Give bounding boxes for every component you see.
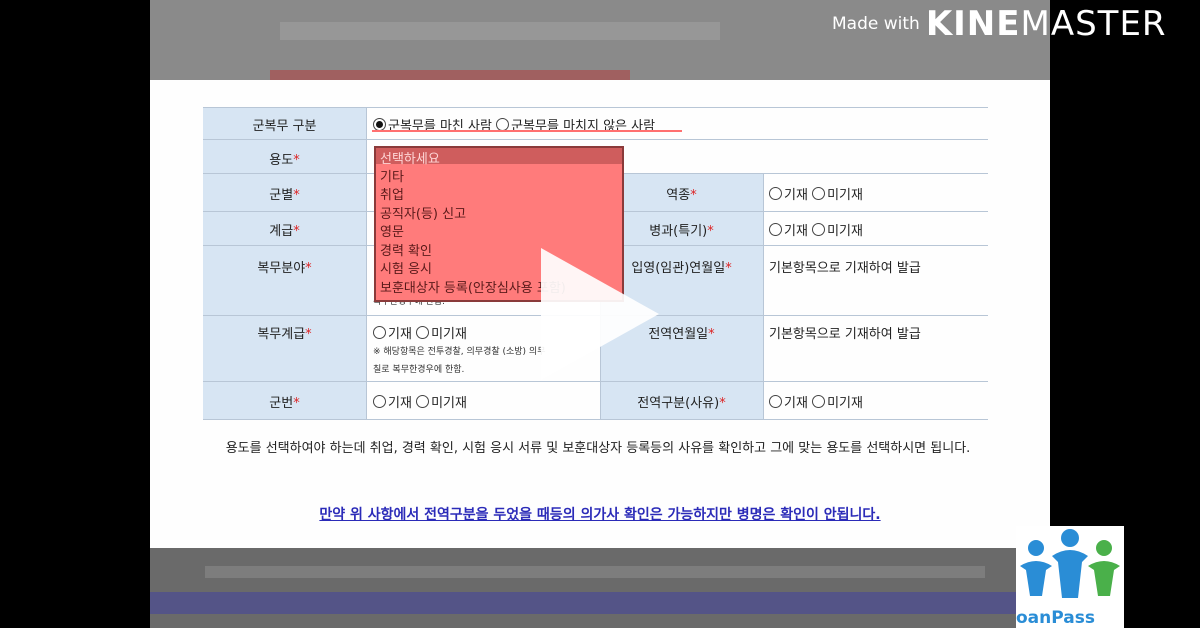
- discharge-date-value: 기본항목으로 기재하여 발급: [769, 327, 921, 342]
- logo-text: oanPass: [1016, 608, 1095, 628]
- dropdown-option[interactable]: 시험 응시: [380, 258, 432, 277]
- service-type-label: 군복무 구분: [252, 119, 317, 134]
- highlight-underline: [372, 130, 682, 132]
- service-number-label: 군번*: [269, 396, 300, 411]
- notice-link[interactable]: 만약 위 사항에서 전역구분을 두었을 때등의 의가사 확인은 가능하지만 병명…: [150, 504, 1050, 524]
- service-rank-label: 복무계급*: [257, 327, 312, 342]
- reserve-type-options: 기재 미기재: [769, 184, 863, 203]
- blurred-footer: [150, 548, 1050, 628]
- radio-number-norecord[interactable]: [416, 395, 430, 408]
- dropdown-option[interactable]: 보훈대상자 등록(안장심사용 포함): [380, 277, 566, 296]
- radio-reserve-record[interactable]: [769, 187, 782, 200]
- dropdown-option[interactable]: 취업: [380, 184, 404, 203]
- purpose-label: 용도*: [269, 153, 300, 168]
- loanpass-logo: oanPass: [1016, 526, 1124, 628]
- discharge-reason-options: 기재 미기재: [769, 392, 863, 411]
- branch-label: 군별*: [269, 188, 300, 203]
- dropdown-option[interactable]: 경력 확인: [380, 240, 432, 259]
- service-rank-note-2: 칠로 복무한경우에 한함.: [373, 365, 465, 375]
- radio-reserve-norecord[interactable]: [812, 187, 826, 200]
- dropdown-option[interactable]: 영문: [380, 221, 404, 240]
- dropdown-option[interactable]: 선택하세요: [380, 148, 440, 167]
- radio-reason-record[interactable]: [769, 395, 782, 408]
- service-number-options: 기재 미기재: [373, 392, 467, 411]
- kinemaster-watermark: Made with KINEMASTER: [832, 4, 1167, 44]
- radio-reason-norecord[interactable]: [812, 395, 826, 408]
- service-rank-note-1: ※ 해당항목은 전투경찰, 의무경찰 (소방) 의무: [373, 347, 546, 357]
- discharge-reason-label: 전역구분(사유)*: [637, 396, 726, 411]
- radio-specialty-norecord[interactable]: [812, 223, 826, 236]
- service-rank-options: 기재 미기재: [373, 323, 467, 342]
- service-field-label: 복무분야*: [257, 261, 312, 276]
- radio-service-rank-record[interactable]: [373, 326, 386, 339]
- radio-number-record[interactable]: [373, 395, 386, 408]
- specialty-label: 병과(특기)*: [649, 224, 714, 239]
- enlist-date-value: 기본항목으로 기재하여 발급: [769, 261, 921, 276]
- description-text: 용도를 선택하여야 하는데 취업, 경력 확인, 시험 응시 서류 및 보훈대상…: [225, 441, 971, 456]
- radio-specialty-record[interactable]: [769, 223, 782, 236]
- rank-label: 계급*: [269, 224, 300, 239]
- people-icon: [1020, 529, 1120, 598]
- dropdown-option[interactable]: 기타: [380, 166, 404, 185]
- reserve-type-label: 역종*: [666, 188, 697, 203]
- radio-service-rank-norecord[interactable]: [416, 326, 430, 339]
- dropdown-option[interactable]: 공직자(등) 신고: [380, 203, 466, 222]
- specialty-options: 기재 미기재: [769, 220, 863, 239]
- play-icon[interactable]: [541, 248, 659, 380]
